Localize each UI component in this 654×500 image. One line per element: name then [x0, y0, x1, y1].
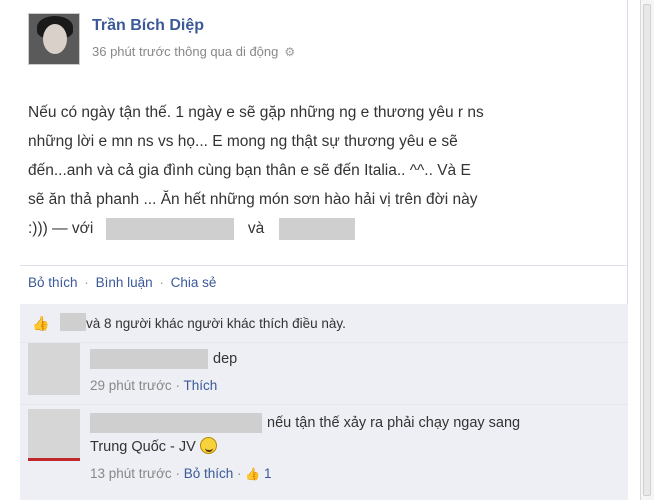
- post-body: Nếu có ngày tận thế. 1 ngày e sẽ gặp nhữ…: [28, 98, 618, 243]
- comment-link[interactable]: Bình luận: [96, 275, 153, 290]
- likes-text[interactable]: và 8 người khác người khác thích điều nà…: [86, 316, 346, 331]
- feed-post: Trần Bích Diệp 36 phút trước thông qua d…: [0, 0, 628, 500]
- comment-text-line2: Trung Quốc - JV: [90, 439, 196, 455]
- likes-summary: 👍 và 8 người khác người khác thích điều …: [20, 304, 628, 342]
- comment-text: nếu tận thế xảy ra phải chạy ngay sang: [267, 415, 521, 431]
- separator: ·: [175, 378, 180, 393]
- comment-time[interactable]: 13 phút trước: [90, 466, 172, 481]
- post-with-line: :))) — với và: [28, 214, 618, 243]
- unlike-link[interactable]: Bỏ thích: [28, 275, 78, 290]
- comment-like-count[interactable]: 1: [264, 466, 272, 481]
- post-meta: 36 phút trước thông qua di động ⚙: [92, 44, 295, 59]
- post-timestamp[interactable]: 36 phút trước thông qua di động: [92, 44, 278, 59]
- post-body-line: đến...anh và cả gia đình cùng bạn thân e…: [28, 162, 471, 179]
- with-prefix: :))) — với: [28, 220, 94, 237]
- liker-name-redacted[interactable]: [60, 313, 86, 331]
- author-avatar[interactable]: [28, 13, 80, 65]
- commenter-avatar-redacted[interactable]: [28, 409, 80, 461]
- comment-unlike-link[interactable]: Bỏ thích: [184, 466, 234, 481]
- post-actions: Bỏ thích · Bình luận · Chia sẻ: [28, 275, 216, 290]
- separator: ·: [84, 275, 89, 290]
- smiley-emoticon-icon: [199, 437, 217, 454]
- with-and: và: [247, 220, 265, 237]
- commenter-name-redacted[interactable]: [90, 413, 262, 433]
- commenter-avatar-redacted[interactable]: [28, 343, 80, 395]
- scrollbar-thumb[interactable]: [643, 4, 651, 496]
- author-name-link[interactable]: Trần Bích Diệp: [92, 17, 204, 35]
- separator: ·: [159, 275, 164, 290]
- thumbs-up-icon: 👍: [245, 467, 261, 481]
- post-body-line: những lời e mn ns vs họ... E mong ng thậ…: [28, 133, 458, 150]
- separator: ·: [175, 466, 180, 481]
- comment-meta: 29 phút trước · Thích: [90, 378, 217, 393]
- tagged-friend-1-redacted[interactable]: [105, 217, 234, 240]
- commenter-name-redacted[interactable]: [90, 349, 208, 369]
- comment-text-continued: Trung Quốc - JV: [90, 437, 217, 455]
- gear-icon[interactable]: ⚙: [284, 45, 295, 59]
- thumbs-up-icon: 👍: [32, 315, 50, 331]
- comment-like-link[interactable]: Thích: [183, 378, 217, 393]
- post-body-line: sẽ ăn thả phanh ... Ăn hết những món sơn…: [28, 191, 478, 208]
- comment-text: dep: [213, 351, 238, 367]
- post-body-line: Nếu có ngày tận thế. 1 ngày e sẽ gặp nhữ…: [28, 104, 484, 121]
- comment-item: nếu tận thế xảy ra phải chạy ngay sang T…: [20, 404, 628, 500]
- share-link[interactable]: Chia sẻ: [171, 275, 217, 290]
- separator: ·: [237, 466, 242, 481]
- divider: [20, 265, 628, 266]
- tagged-friend-2-redacted[interactable]: [278, 217, 355, 240]
- comment-item: dep 29 phút trước · Thích: [20, 342, 628, 404]
- comment-time[interactable]: 29 phút trước: [90, 378, 172, 393]
- avatar-face-shape: [43, 24, 67, 54]
- comment-meta: 13 phút trước · Bỏ thích · 👍 1: [90, 466, 272, 481]
